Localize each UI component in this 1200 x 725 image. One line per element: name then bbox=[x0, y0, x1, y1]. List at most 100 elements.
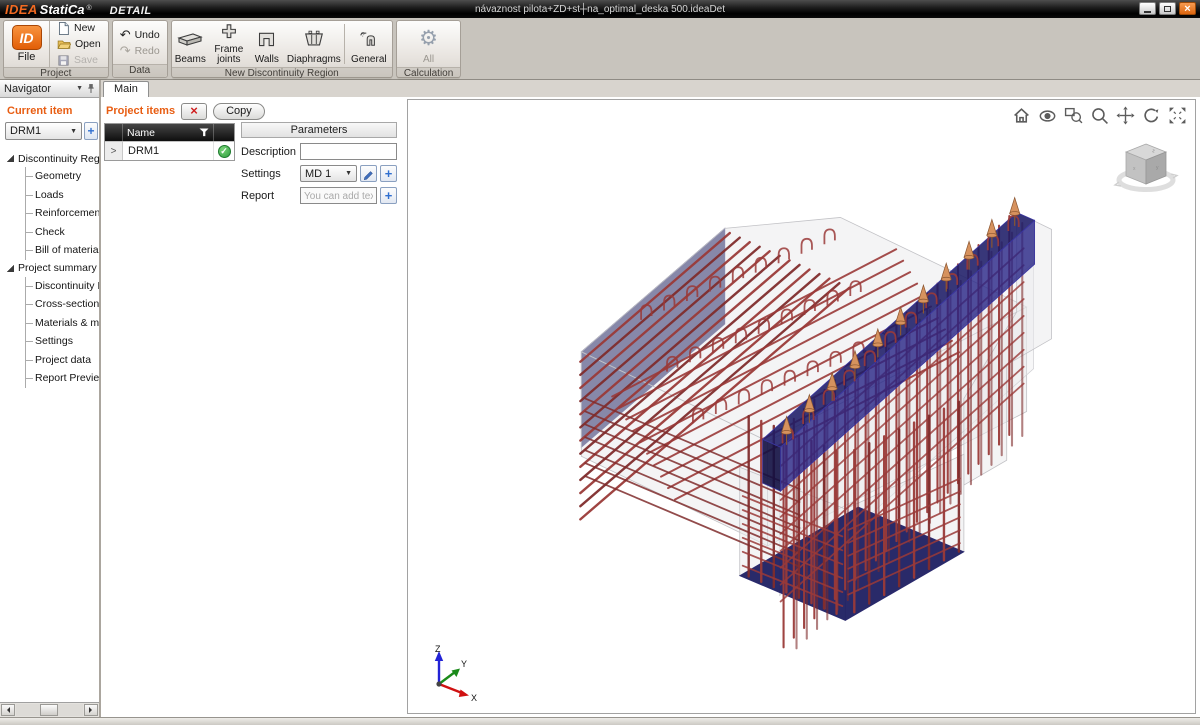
minimize-button[interactable] bbox=[1139, 2, 1156, 15]
undo-button[interactable]: ↶ Undo bbox=[118, 28, 162, 42]
settings-select[interactable]: MD 1 ▼ bbox=[300, 165, 357, 182]
titlebar: IDEAStatiCa® DETAIL návaznost pilota+ZD+… bbox=[0, 0, 1200, 18]
zoom-icon[interactable] bbox=[1090, 106, 1109, 125]
ribbon-group-label-project: Project bbox=[4, 67, 108, 80]
settings-value: MD 1 bbox=[305, 168, 331, 180]
viewport-3d[interactable]: z x y Z Y X bbox=[407, 99, 1196, 714]
filter-icon[interactable] bbox=[199, 128, 209, 137]
general-label: General bbox=[351, 55, 387, 65]
frame-joints-label: Frame joints bbox=[212, 45, 246, 65]
file-label: File bbox=[18, 51, 36, 63]
all-label: All bbox=[423, 55, 434, 65]
view-eye-icon[interactable] bbox=[1038, 106, 1057, 125]
maximize-icon bbox=[1164, 6, 1171, 12]
status-ok-icon: ✓ bbox=[218, 145, 231, 158]
tree-item-report-preview-print[interactable]: Report Preview/Print bbox=[26, 369, 99, 388]
scroll-track[interactable] bbox=[16, 704, 83, 716]
save-button[interactable]: Save bbox=[55, 53, 103, 67]
app-logo: IDEAStatiCa® DETAIL bbox=[0, 2, 152, 17]
add-settings-button[interactable]: + bbox=[380, 165, 397, 182]
close-icon: × bbox=[1184, 4, 1190, 14]
tree-item-reinforcement[interactable]: Reinforcement bbox=[26, 204, 99, 223]
tree-item-check[interactable]: Check bbox=[26, 223, 99, 242]
report-input[interactable] bbox=[300, 187, 377, 204]
walls-label: Walls bbox=[255, 55, 279, 65]
tab-strip: Main bbox=[101, 80, 1200, 97]
ribbon: ID File New Open Save Project bbox=[0, 18, 1200, 80]
pin-icon[interactable] bbox=[87, 83, 95, 94]
chevron-down-icon: ▼ bbox=[345, 170, 352, 177]
parameters-panel: Parameters Description Settings MD 1 ▼ bbox=[241, 122, 397, 204]
logo-registered: ® bbox=[86, 5, 91, 12]
project-items-table: Name > DRM1 ✓ bbox=[104, 123, 235, 161]
tree-section-discontinuity-region[interactable]: Discontinuity Region bbox=[5, 150, 99, 167]
delete-item-button[interactable]: × bbox=[181, 103, 207, 120]
plus-icon: + bbox=[385, 190, 393, 201]
frame-joints-icon bbox=[219, 23, 239, 43]
tree-item-bill-of-material[interactable]: Bill of material bbox=[26, 241, 99, 260]
file-button[interactable]: ID File bbox=[4, 21, 50, 67]
idea-file-icon: ID bbox=[12, 25, 42, 50]
tree-item-loads[interactable]: Loads bbox=[26, 186, 99, 205]
calculate-all-button[interactable]: ⚙ All bbox=[407, 21, 451, 67]
copy-button[interactable]: Copy bbox=[213, 103, 265, 120]
redo-icon: ↷ bbox=[120, 46, 131, 56]
general-button[interactable]: ? General bbox=[346, 21, 392, 67]
beams-button[interactable]: Beams bbox=[172, 21, 209, 67]
chevron-down-icon: ▼ bbox=[70, 128, 77, 135]
tree-expander-icon[interactable] bbox=[7, 155, 14, 162]
triangle-left-icon bbox=[4, 707, 10, 713]
diaphragms-button[interactable]: Diaphragms bbox=[285, 21, 343, 67]
tree-expander-icon[interactable] bbox=[7, 265, 14, 272]
open-button[interactable]: Open bbox=[55, 37, 103, 51]
redo-label: Redo bbox=[135, 45, 160, 57]
tree-item-discontinuity-region[interactable]: Discontinuity Region bbox=[26, 277, 99, 296]
navigation-cube[interactable]: z x y bbox=[1109, 136, 1183, 200]
tree-item-project-data[interactable]: Project data bbox=[26, 351, 99, 370]
zoom-window-icon[interactable] bbox=[1064, 106, 1083, 125]
beams-icon bbox=[177, 24, 203, 53]
add-item-button[interactable]: + bbox=[84, 122, 98, 140]
scroll-right-button[interactable] bbox=[84, 704, 98, 716]
tab-main[interactable]: Main bbox=[103, 81, 149, 97]
navigator-panel: Navigator ▼ Current item DRM1 ▼ + Discon… bbox=[0, 80, 101, 717]
table-row[interactable]: > DRM1 ✓ bbox=[105, 141, 234, 160]
description-input[interactable] bbox=[300, 143, 397, 160]
home-view-icon[interactable] bbox=[1012, 106, 1031, 125]
parameters-title: Parameters bbox=[241, 122, 397, 138]
description-label: Description bbox=[241, 146, 297, 158]
navigator-header[interactable]: Navigator ▼ bbox=[0, 80, 99, 98]
pan-icon[interactable] bbox=[1116, 106, 1135, 125]
current-item-select[interactable]: DRM1 ▼ bbox=[5, 122, 82, 140]
navigator-hscrollbar[interactable] bbox=[0, 702, 99, 717]
fit-view-icon[interactable] bbox=[1168, 106, 1187, 125]
add-report-button[interactable]: + bbox=[380, 187, 397, 204]
document-title: návaznost pilota+ZD+st┼na_optimal_deska … bbox=[475, 4, 725, 15]
ribbon-divider bbox=[344, 24, 345, 64]
scroll-left-button[interactable] bbox=[1, 704, 15, 716]
close-button[interactable]: × bbox=[1179, 2, 1196, 15]
undo-label: Undo bbox=[135, 29, 160, 41]
axis-y-label: Y bbox=[461, 659, 467, 669]
walls-button[interactable]: Walls bbox=[249, 21, 285, 67]
tree-item-settings[interactable]: Settings bbox=[26, 332, 99, 351]
project-items-title: Project items bbox=[106, 105, 175, 117]
tree-item-materials-models[interactable]: Materials & models bbox=[26, 314, 99, 333]
open-folder-icon bbox=[57, 38, 71, 50]
maximize-button[interactable] bbox=[1159, 2, 1176, 15]
save-floppy-icon bbox=[57, 54, 70, 67]
new-button[interactable]: New bbox=[55, 21, 103, 35]
row-selector[interactable]: > bbox=[105, 142, 123, 160]
tree-section-project-summary[interactable]: Project summary bbox=[5, 260, 99, 277]
redo-button[interactable]: ↷ Redo bbox=[118, 44, 162, 58]
beams-label: Beams bbox=[175, 55, 206, 65]
frame-joints-button[interactable]: Frame joints bbox=[209, 21, 249, 67]
logo-statica: StatiCa bbox=[40, 2, 85, 17]
rotate-icon[interactable] bbox=[1142, 106, 1161, 125]
name-column-header: Name bbox=[127, 127, 155, 139]
axes-triad: Z Y X bbox=[424, 643, 482, 701]
tree-item-cross-sections[interactable]: Cross-sections bbox=[26, 295, 99, 314]
tree-item-geometry[interactable]: Geometry bbox=[26, 167, 99, 186]
scroll-thumb[interactable] bbox=[40, 704, 57, 716]
edit-settings-button[interactable] bbox=[360, 165, 377, 182]
